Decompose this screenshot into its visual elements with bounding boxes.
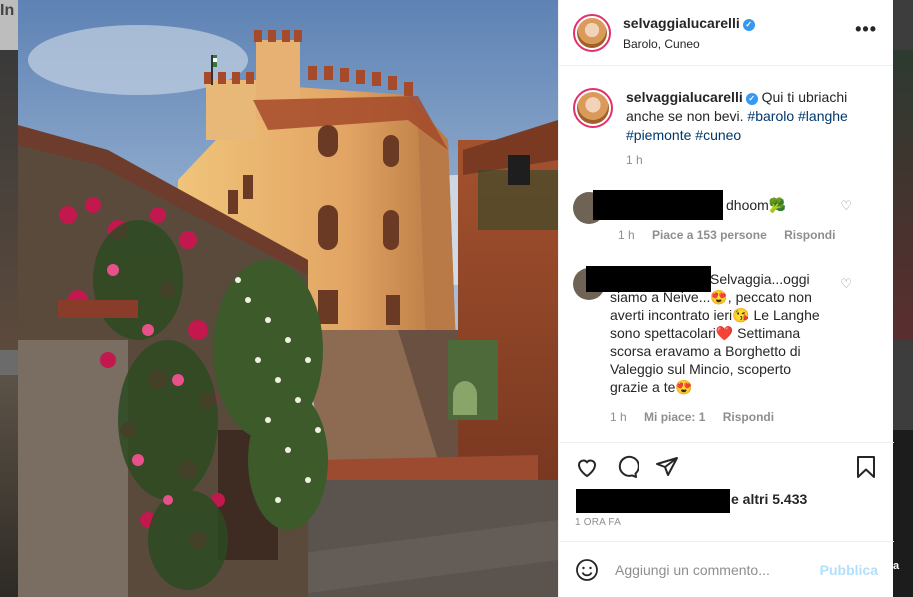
- comment-time[interactable]: 1 h: [618, 228, 635, 242]
- post-actions: e altri 5.433 1 ORA FA: [559, 442, 894, 540]
- like-comment-icon[interactable]: ♡: [840, 276, 852, 292]
- caption-username[interactable]: selvaggialucarelli: [626, 89, 743, 105]
- comment-item: Selvaggia...oggi siamo a Neive...😍, pecc…: [559, 266, 880, 426]
- comment-bubble-icon[interactable]: [615, 455, 639, 479]
- comment-item: dhoom🥦 1 h Piace a 153 persone Rispondi …: [559, 190, 880, 244]
- background-image: [893, 50, 913, 340]
- save-bookmark-icon[interactable]: [854, 455, 878, 479]
- hashtag-link[interactable]: #piemonte: [626, 127, 691, 143]
- post-time[interactable]: 1 ORA FA: [575, 517, 878, 528]
- post-caption: selvaggialucarelli ✓ Qui ti ubriachi anch…: [573, 88, 880, 170]
- likes-summary[interactable]: e altri 5.433: [575, 489, 878, 513]
- comment-text: dhoom🥦: [726, 197, 787, 213]
- post-header: selvaggialucarelli ✓ Barolo, Cuneo •••: [559, 0, 893, 66]
- redacted-liker: [576, 489, 730, 513]
- likes-count[interactable]: e altri 5.433: [731, 491, 807, 507]
- more-options-icon[interactable]: •••: [855, 20, 877, 38]
- post-location[interactable]: Barolo, Cuneo: [623, 37, 755, 51]
- reply-button[interactable]: Rispondi: [723, 410, 774, 424]
- comment-likes[interactable]: Piace a 153 persone: [652, 228, 767, 242]
- publish-button[interactable]: Pubblica: [820, 562, 878, 578]
- background-logo-text: In: [0, 2, 15, 19]
- background-image: [0, 50, 18, 350]
- background-image: [0, 375, 18, 597]
- post-photo[interactable]: [18, 0, 558, 597]
- caption-time[interactable]: 1 h: [626, 153, 643, 167]
- caption-avatar[interactable]: [573, 88, 613, 128]
- background-left-strip: In: [0, 0, 18, 597]
- author-avatar[interactable]: [573, 13, 611, 52]
- hashtag-link[interactable]: #langhe: [798, 108, 848, 124]
- like-heart-icon[interactable]: [575, 455, 599, 479]
- share-paper-plane-icon[interactable]: [655, 455, 679, 479]
- background-right-strip: a: [893, 0, 913, 597]
- hashtag-link[interactable]: #cuneo: [695, 127, 741, 143]
- post-detail-panel: selvaggialucarelli ✓ Barolo, Cuneo ••• se…: [558, 0, 894, 597]
- reply-button[interactable]: Rispondi: [784, 228, 835, 242]
- author-username[interactable]: selvaggialucarelli: [623, 15, 740, 31]
- comments-list[interactable]: selvaggialucarelli ✓ Qui ti ubriachi anch…: [559, 67, 894, 442]
- like-comment-icon[interactable]: ♡: [840, 198, 852, 214]
- redacted-username: [586, 266, 711, 292]
- emoji-icon[interactable]: [575, 558, 599, 582]
- verified-badge-icon: ✓: [742, 18, 755, 31]
- castle-photo: [18, 0, 558, 597]
- verified-badge-icon: ✓: [745, 93, 758, 105]
- redacted-username: [593, 190, 723, 220]
- comment-likes[interactable]: Mi piace: 1: [644, 410, 705, 424]
- add-comment-bar: Pubblica: [559, 541, 894, 597]
- comment-input[interactable]: [615, 561, 820, 578]
- hashtag-link[interactable]: #barolo: [747, 108, 794, 124]
- comment-time[interactable]: 1 h: [610, 410, 627, 424]
